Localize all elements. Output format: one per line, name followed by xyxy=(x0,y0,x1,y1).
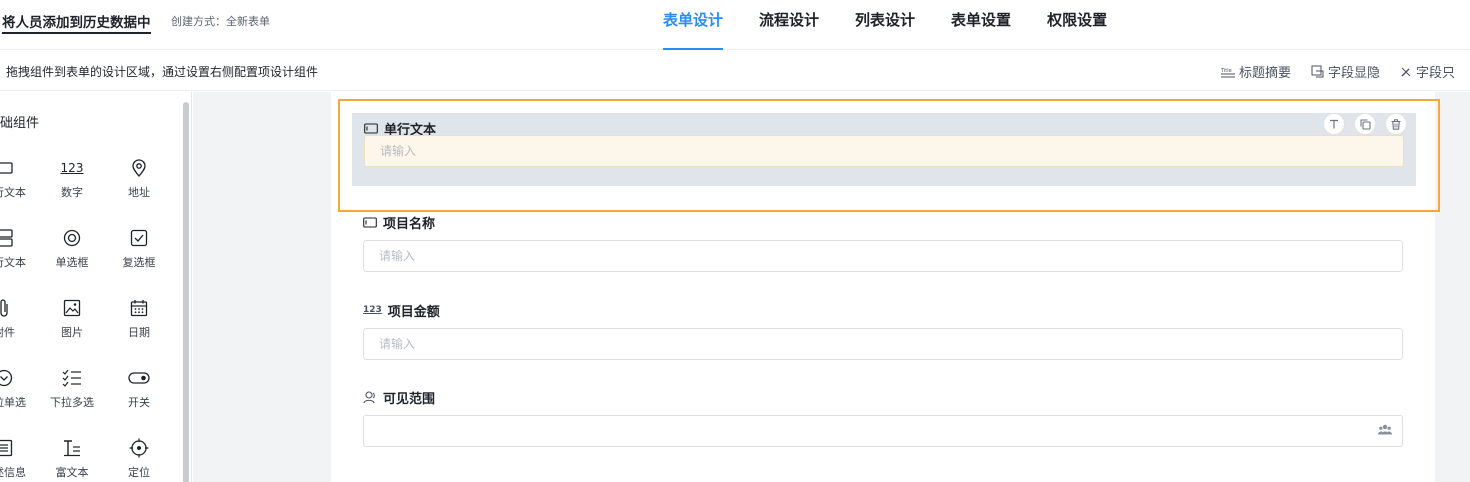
design-canvas: 项目名称 请输入 123 项目金额 请输入 可见范围 单行文本 请输入 xyxy=(193,92,1470,482)
section-title: 基础组件 xyxy=(0,116,40,131)
text-t-icon xyxy=(1330,119,1338,129)
component-address[interactable]: 地址 xyxy=(109,156,169,202)
visible-scope-input[interactable] xyxy=(363,415,1403,447)
field-label-text: 项目金额 xyxy=(387,304,440,320)
component-label: 多行文本 xyxy=(0,256,26,269)
component-description[interactable]: 描述信息 xyxy=(0,436,34,482)
component-radio[interactable]: 单选框 xyxy=(42,226,102,272)
field-label: 123 项目金额 xyxy=(363,300,1403,320)
single-line-icon xyxy=(363,216,377,228)
field-visibility-label: 字段显隐 xyxy=(1328,66,1381,81)
location-pin-icon xyxy=(132,159,146,177)
tab-flow-design[interactable]: 流程设计 xyxy=(759,0,819,50)
field-label: 项目名称 xyxy=(363,212,1403,232)
field-visible-scope[interactable]: 可见范围 xyxy=(363,387,1403,447)
calendar-icon xyxy=(130,300,148,317)
single-line-input[interactable]: 请输入 xyxy=(364,135,1404,167)
rich-text-icon xyxy=(64,440,80,457)
user-icon xyxy=(363,390,375,403)
component-dropdown-multi[interactable]: 下拉多选 xyxy=(42,366,102,412)
team-icon[interactable] xyxy=(1378,424,1392,435)
number-icon: 123 xyxy=(363,305,382,315)
field-actions xyxy=(1314,113,1407,135)
trash-icon xyxy=(1391,118,1401,130)
field-project-name[interactable]: 项目名称 请输入 xyxy=(363,212,1403,272)
project-amount-input[interactable]: 请输入 xyxy=(363,328,1403,360)
component-multi-line[interactable]: 多行文本 xyxy=(0,226,34,272)
field-label-text: 项目名称 xyxy=(383,216,436,232)
checkbox-icon xyxy=(130,229,148,247)
component-label: 地址 xyxy=(128,186,150,199)
toolbar-tools: Title 标题摘要 字段显隐 字段只 xyxy=(1221,62,1470,81)
component-label: 单行文本 xyxy=(0,186,26,199)
toolbar: 拖拽组件到表单的设计区域，通过设置右侧配置项设计组件 Title 标题摘要 字段… xyxy=(0,51,1470,91)
edit-slash-icon xyxy=(1401,67,1411,76)
title-summary-label: 标题摘要 xyxy=(1239,66,1292,81)
single-line-icon xyxy=(0,162,13,174)
number-icon: 123 xyxy=(60,161,84,175)
component-label: 单选框 xyxy=(55,256,89,269)
title-toggle-button[interactable] xyxy=(1323,113,1345,135)
component-label: 定位 xyxy=(128,466,150,479)
copy-icon xyxy=(1359,118,1371,130)
radio-icon xyxy=(63,229,81,247)
field-partial-button[interactable]: 字段只 xyxy=(1400,62,1455,81)
toggle-icon xyxy=(128,372,150,384)
create-mode-text: 创建方式：全新表单 xyxy=(171,15,270,28)
tab-form-design[interactable]: 表单设计 xyxy=(663,0,724,50)
delete-button[interactable] xyxy=(1385,113,1407,135)
multi-line-icon xyxy=(0,229,13,247)
panel-scrollbar[interactable] xyxy=(183,102,189,482)
component-image[interactable]: 图片 xyxy=(42,296,102,342)
list-check-icon xyxy=(62,369,81,387)
field-visibility-button[interactable]: 字段显隐 xyxy=(1311,62,1380,81)
component-dropdown-single[interactable]: 下拉单选 xyxy=(0,366,34,412)
copy-button[interactable] xyxy=(1354,113,1376,135)
component-rich-text[interactable]: 富文本 xyxy=(42,436,102,482)
svg-text:Title: Title xyxy=(1221,68,1232,74)
single-line-icon xyxy=(364,122,378,134)
title-icon: Title xyxy=(1221,68,1235,77)
component-label: 开关 xyxy=(128,396,150,409)
project-name-input[interactable]: 请输入 xyxy=(363,240,1403,272)
field-partial-label: 字段只 xyxy=(1416,66,1456,81)
component-checkbox[interactable]: 复选框 xyxy=(109,226,169,272)
paperclip-icon xyxy=(0,299,8,317)
component-label: 描述信息 xyxy=(0,466,26,479)
tab-permission-settings[interactable]: 权限设置 xyxy=(1047,0,1107,50)
component-single-line[interactable]: 单行文本 xyxy=(0,156,34,202)
tab-form-settings[interactable]: 表单设置 xyxy=(951,0,1011,50)
tab-list-design[interactable]: 列表设计 xyxy=(855,0,915,50)
component-switch[interactable]: 开关 xyxy=(109,366,169,412)
component-label: 下拉单选 xyxy=(0,396,26,409)
field-project-amount[interactable]: 123 项目金额 请输入 xyxy=(363,300,1403,360)
image-icon xyxy=(63,299,81,317)
component-location[interactable]: 定位 xyxy=(109,436,169,482)
component-label: 复选框 xyxy=(122,256,156,269)
visibility-icon xyxy=(1311,65,1324,78)
drag-hint: 拖拽组件到表单的设计区域，通过设置右侧配置项设计组件 xyxy=(6,65,319,79)
component-label: 数字 xyxy=(61,186,83,199)
field-single-line[interactable]: 单行文本 请输入 xyxy=(352,113,1416,186)
component-label: 下拉多选 xyxy=(50,396,94,409)
component-label: 富文本 xyxy=(55,466,89,479)
dropdown-icon xyxy=(0,369,13,387)
title-summary-button[interactable]: Title 标题摘要 xyxy=(1221,62,1291,81)
field-label: 可见范围 xyxy=(363,387,1403,407)
description-icon xyxy=(0,439,13,457)
component-label: 图片 xyxy=(61,326,83,339)
component-label: 附件 xyxy=(0,326,15,339)
crosshair-icon xyxy=(129,438,149,458)
field-label-text: 可见范围 xyxy=(383,391,436,407)
component-number[interactable]: 123 数字 xyxy=(42,156,102,202)
selected-field-frame[interactable]: 单行文本 请输入 xyxy=(338,99,1440,212)
component-attachment[interactable]: 附件 xyxy=(0,296,34,342)
component-label: 日期 xyxy=(128,326,150,339)
form-title[interactable]: 将人员添加到历史数据中 xyxy=(2,11,151,34)
component-panel: 基础组件 单行文本 123 数字 地址 多行文本 单选框 复选框 附件 图片 日… xyxy=(0,92,192,482)
component-date[interactable]: 日期 xyxy=(109,296,169,342)
top-header: 将人员添加到历史数据中 创建方式：全新表单 表单设计 流程设计 列表设计 表单设… xyxy=(0,0,1470,50)
design-tabs: 表单设计 流程设计 列表设计 表单设置 权限设置 xyxy=(663,0,1143,50)
